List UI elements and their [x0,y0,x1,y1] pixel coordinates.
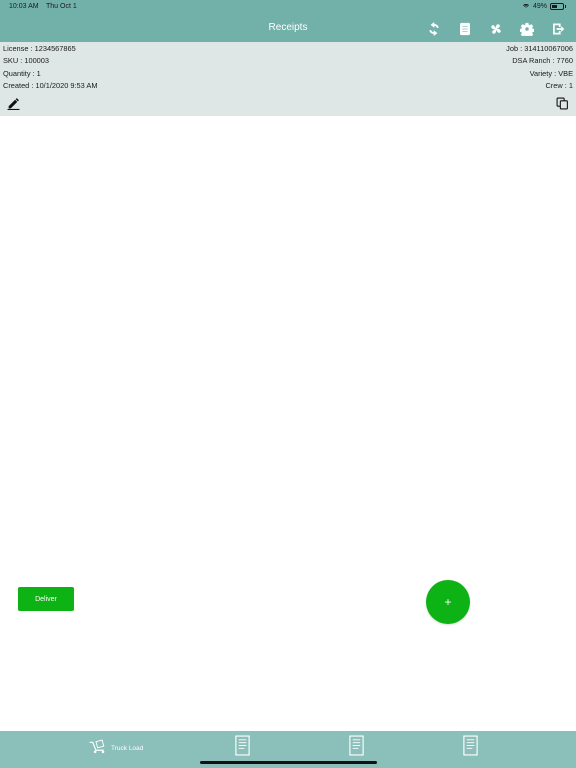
status-right: 49% [522,2,566,11]
add-fab-button[interactable]: + [426,580,470,624]
settings-gear-icon[interactable] [518,20,535,37]
info-row-2: SKU : 100003 DSA Ranch : 7760 [3,56,573,67]
home-indicator [200,761,377,764]
info-row-4: Created : 10/1/2020 9:53 AM Crew : 1 [3,81,573,92]
variety-field: Variety : VBE [529,69,573,78]
receipts-screen: 10:03 AM Thu Oct 1 49% Receipts License … [0,0,576,768]
license-field: License : 1234567865 [3,44,76,53]
sku-field: SKU : 100003 [3,56,50,65]
edit-pencil-icon[interactable] [7,97,20,110]
deliver-button[interactable]: Deliver [18,587,74,611]
receipt-doc-icon [462,735,479,761]
battery-percent: 49% [532,3,547,10]
info-row-3: Quantity : 1 Variety : VBE [3,69,573,80]
tab-truck-load-label: Truck Load [111,744,144,752]
fan-icon[interactable] [487,20,504,37]
tab-truck-load[interactable]: Truck Load [88,735,143,761]
created-field: Created : 10/1/2020 9:53 AM [3,81,98,90]
ranch-field: DSA Ranch : 7760 [512,56,573,65]
tab-receipt-3[interactable] [462,735,479,761]
crew-field: Crew : 1 [545,81,573,90]
receipt-info-panel: License : 1234567865 Job : 314110067006 … [0,42,576,116]
status-date: Thu Oct 1 [46,3,77,10]
battery-icon [550,3,564,10]
tab-receipt-2[interactable] [348,735,365,761]
truck-load-icon [88,737,107,759]
info-row-1: License : 1234567865 Job : 314110067006 [3,44,573,55]
receipt-doc-icon [234,735,251,761]
receipt-doc-icon [348,735,365,761]
nav-actions [425,20,566,37]
logout-icon[interactable] [549,20,566,37]
job-field: Job : 314110067006 [506,44,573,53]
status-time: 10:03 AM [9,3,39,10]
refresh-icon[interactable] [425,20,442,37]
quantity-field: Quantity : 1 [3,69,41,78]
tab-receipt-1[interactable] [234,735,251,761]
document-list-icon[interactable] [456,20,473,37]
header-bar: 10:03 AM Thu Oct 1 49% Receipts [0,0,576,42]
copy-icon[interactable] [556,97,569,110]
wifi-icon [522,2,530,11]
battery-tip [565,5,566,8]
